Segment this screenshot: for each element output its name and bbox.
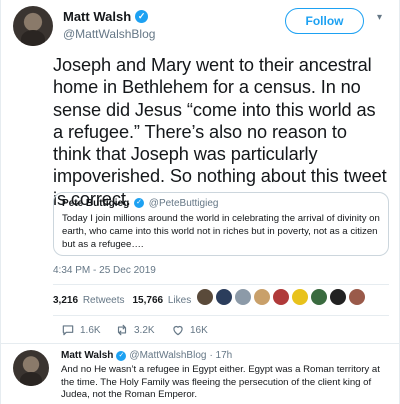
likes-count: 15,766 (132, 294, 164, 306)
quoted-tweet[interactable]: Pete Buttigieg ✓ @PeteButtigieg Today I … (53, 192, 389, 256)
liker-avatar[interactable] (330, 289, 346, 305)
author-name[interactable]: Matt Walsh (63, 9, 131, 24)
verified-icon: ✓ (135, 10, 149, 23)
tweet-card: Matt Walsh ✓ @MattWalshBlog Follow ▾ Jos… (0, 0, 400, 404)
engagement-stats: 3,216 Retweets 15,766 Likes (53, 292, 199, 308)
retweets-count: 3,216 (53, 294, 79, 306)
follow-button[interactable]: Follow (285, 8, 364, 34)
liker-avatar[interactable] (311, 289, 327, 305)
retweets-stat[interactable]: 3,216 Retweets (53, 295, 125, 306)
tweet-text: Joseph and Mary went to their ancestral … (53, 55, 387, 209)
liker-avatar[interactable] (273, 289, 289, 305)
divider (53, 284, 389, 285)
quoted-author-handle: @PeteButtigieg (148, 198, 219, 209)
heart-icon (173, 325, 183, 336)
retweet-count: 3.2K (134, 324, 155, 336)
retweets-label: Retweets (82, 294, 125, 306)
liker-avatar[interactable] (235, 289, 251, 305)
author-avatar[interactable] (13, 6, 53, 46)
retweet-button[interactable]: 3.2K (115, 323, 155, 337)
verified-icon: ✓ (134, 198, 145, 209)
reply-author-avatar[interactable] (13, 350, 49, 386)
reply-button[interactable]: 1.6K (61, 323, 101, 337)
chevron-down-icon[interactable]: ▾ (377, 12, 382, 23)
like-count: 16K (190, 324, 208, 336)
like-button[interactable]: 16K (171, 323, 208, 337)
author-info: Matt Walsh ✓ @MattWalshBlog (63, 9, 155, 41)
reply-count: 1.6K (80, 324, 101, 336)
quoted-tweet-header: Pete Buttigieg ✓ @PeteButtigieg (62, 198, 380, 209)
author-handle[interactable]: @MattWalshBlog (63, 27, 155, 41)
reply-author-handle[interactable]: @MattWalshBlog (129, 350, 206, 361)
reply-icon (62, 325, 74, 336)
tweet-timestamp[interactable]: 4:34 PM - 25 Dec 2019 (53, 265, 156, 276)
reply-tweet[interactable]: Matt Walsh ✓ @MattWalshBlog · 17h And no… (1, 344, 400, 404)
likes-stat[interactable]: 15,766 Likes (133, 295, 192, 306)
reply-author-name[interactable]: Matt Walsh (61, 350, 113, 361)
verified-icon: ✓ (116, 350, 127, 361)
liker-avatar[interactable] (349, 289, 365, 305)
liker-avatar[interactable] (197, 289, 213, 305)
action-bar: 1.6K 3.2K 16K (61, 323, 361, 339)
liker-avatar[interactable] (254, 289, 270, 305)
liker-avatar[interactable] (216, 289, 232, 305)
quoted-author-name: Pete Buttigieg (62, 198, 130, 209)
divider (53, 315, 389, 316)
tweet-header: Matt Walsh ✓ @MattWalshBlog Follow ▾ (13, 6, 389, 46)
reply-age[interactable]: · 17h (209, 350, 232, 361)
reply-header: Matt Walsh ✓ @MattWalshBlog · 17h (61, 350, 232, 361)
liker-avatars (197, 289, 365, 305)
retweet-icon (117, 324, 127, 336)
reply-text: And no He wasn’t a refugee in Egypt eith… (61, 364, 380, 401)
likes-label: Likes (167, 294, 192, 306)
liker-avatar[interactable] (292, 289, 308, 305)
quoted-tweet-text: Today I join millions around the world i… (62, 213, 380, 250)
